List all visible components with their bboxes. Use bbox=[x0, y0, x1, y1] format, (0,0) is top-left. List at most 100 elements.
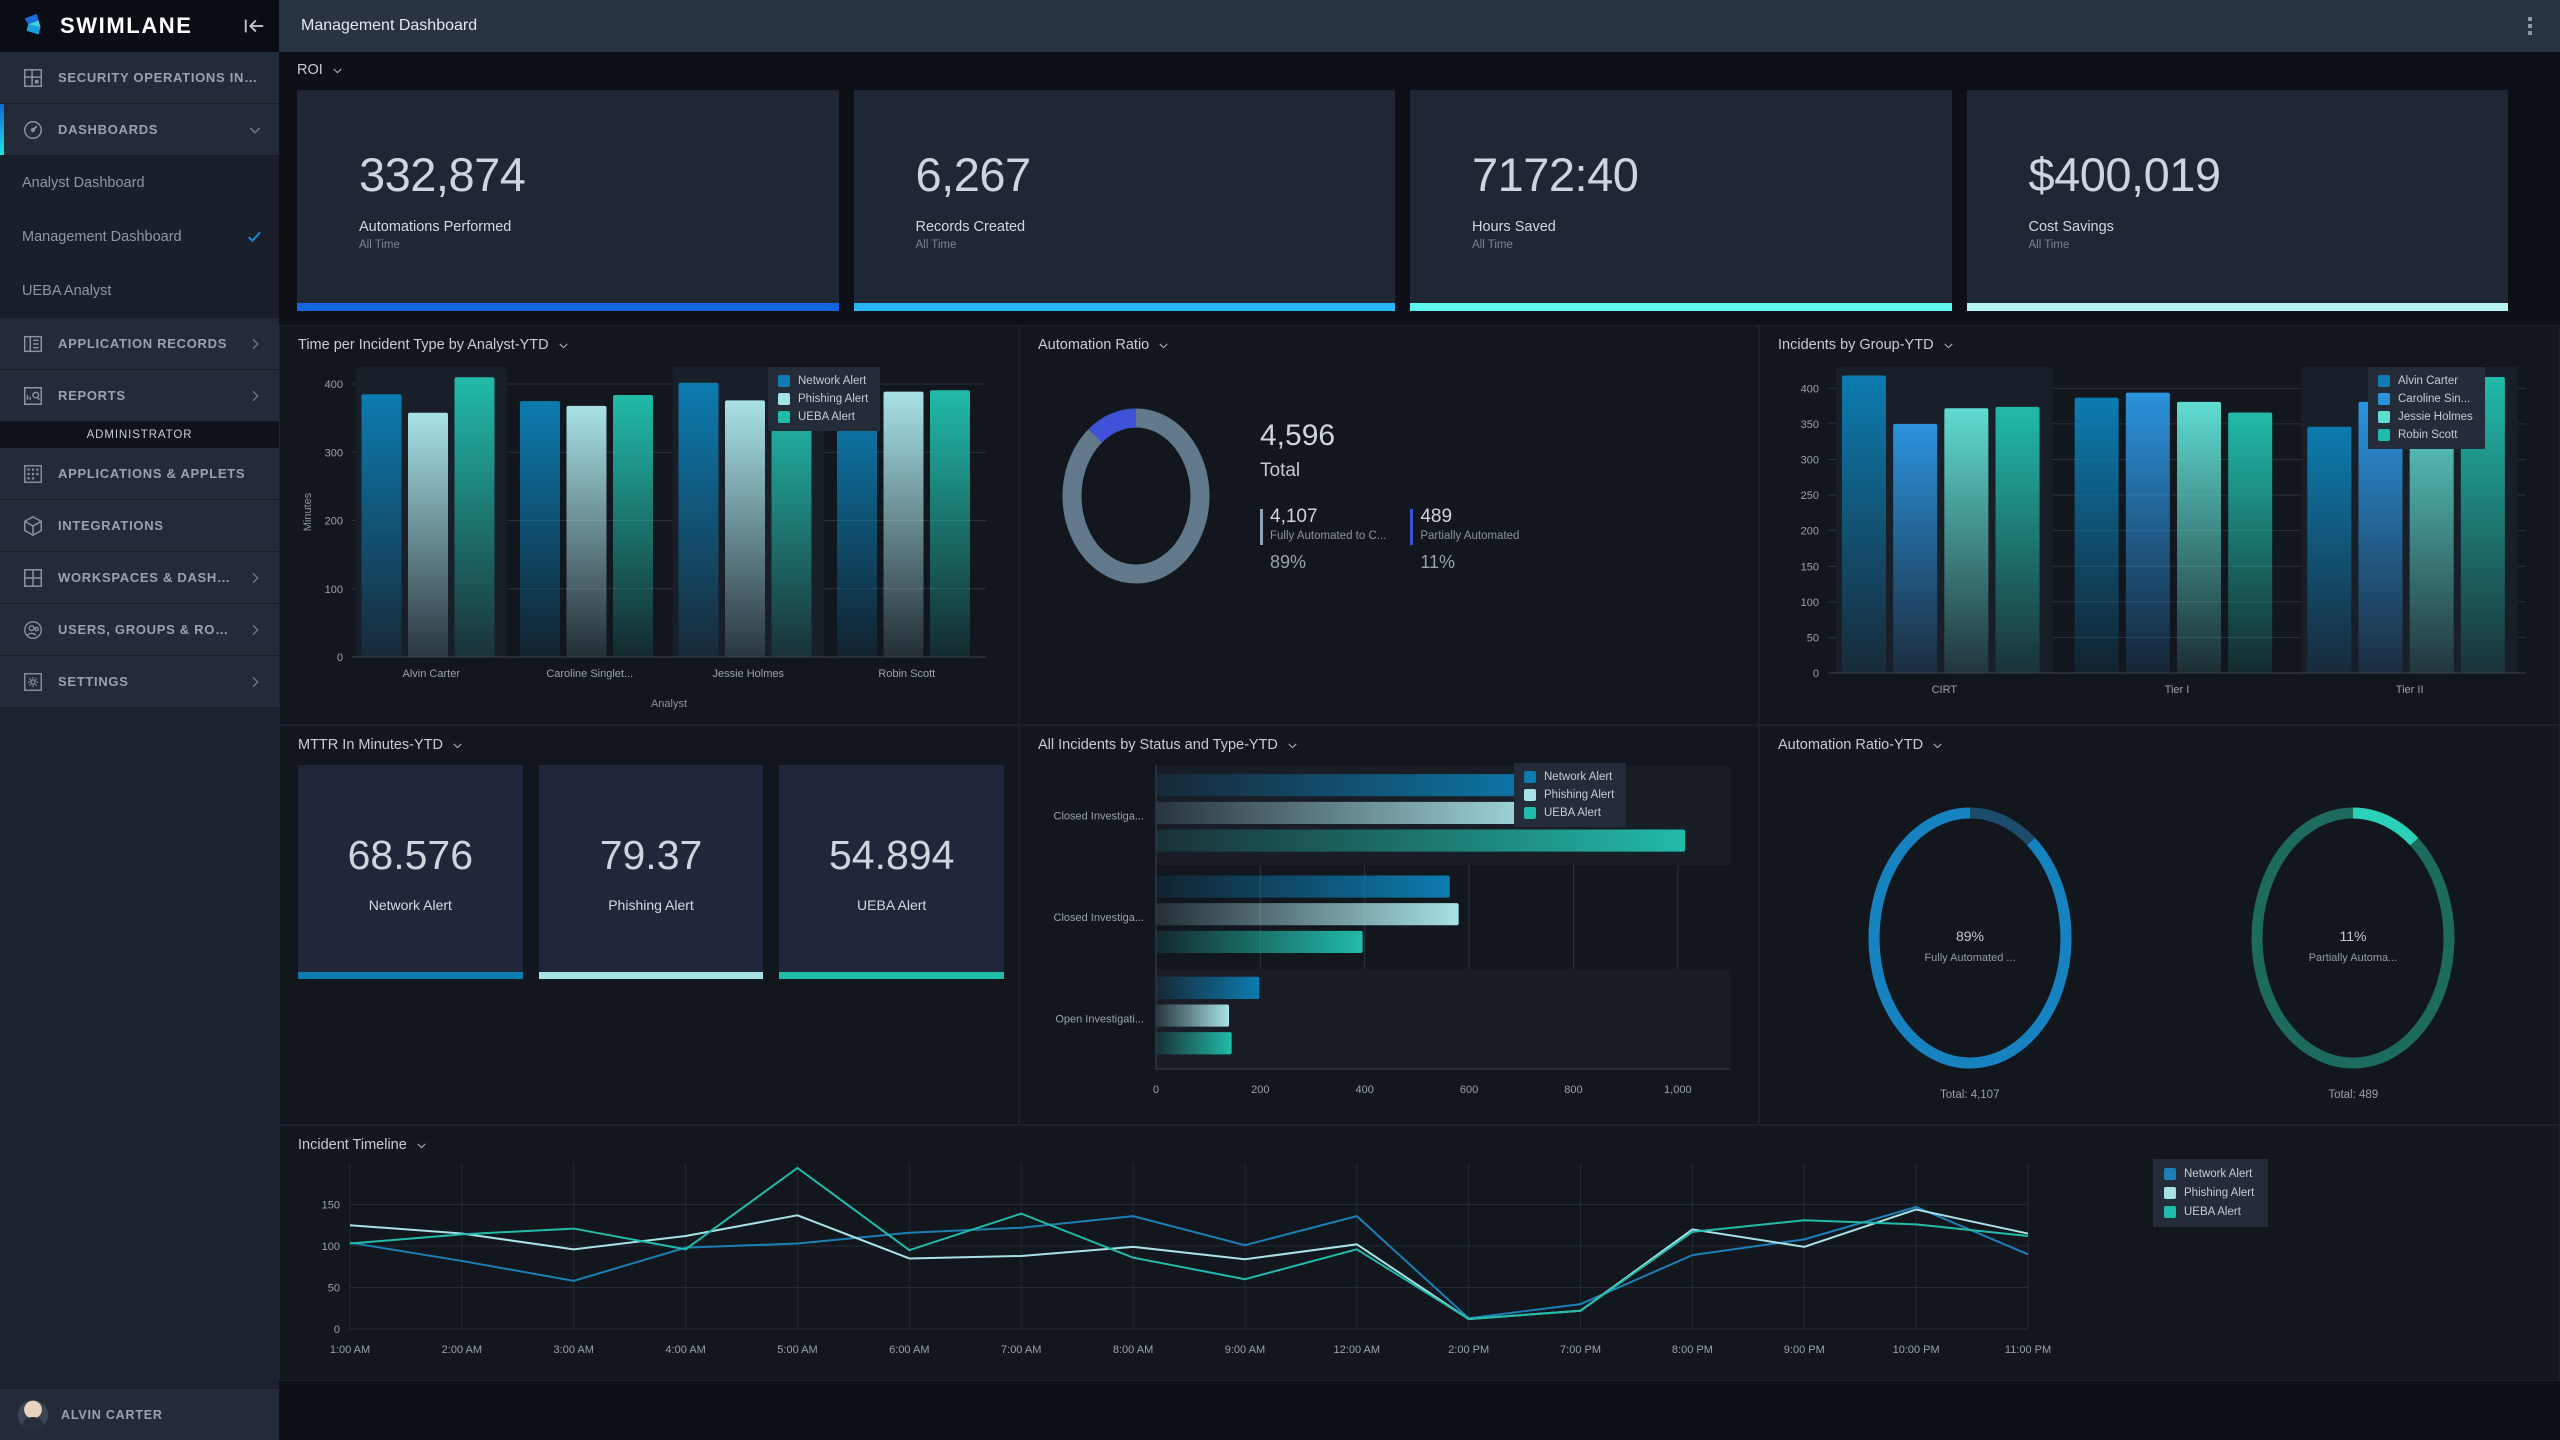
svg-text:350: 350 bbox=[1801, 419, 1819, 431]
sidebar-item-label: Analyst Dashboard bbox=[22, 175, 263, 191]
kpi-card[interactable]: 7172:40 Hours Saved All Time bbox=[1410, 90, 1952, 311]
chevron-right-icon bbox=[247, 674, 263, 690]
kpi-card[interactable]: $400,019 Cost Savings All Time bbox=[1967, 90, 2509, 311]
svg-text:400: 400 bbox=[325, 379, 343, 391]
legend-item[interactable]: UEBA Alert bbox=[778, 411, 868, 423]
svg-text:7:00 PM: 7:00 PM bbox=[1560, 1344, 1601, 1356]
svg-text:100: 100 bbox=[325, 584, 343, 596]
donut-chart-svg: 11% Partially Automa... bbox=[2203, 793, 2503, 1083]
kpi-card[interactable]: 332,874 Automations Performed All Time bbox=[297, 90, 839, 311]
kebab-menu-icon[interactable] bbox=[2522, 11, 2538, 41]
brand-name: SWIMLANE bbox=[60, 13, 231, 39]
legend-item[interactable]: Phishing Alert bbox=[2164, 1187, 2254, 1199]
sidebar-item-dashboards[interactable]: DASHBOARDS bbox=[0, 104, 279, 156]
sidebar-section-administrator: ADMINISTRATOR bbox=[0, 422, 279, 448]
legend-item[interactable]: Network Alert bbox=[2164, 1168, 2254, 1180]
sidebar-item-ueba-analyst[interactable]: UEBA Analyst bbox=[0, 264, 279, 318]
legend-label: UEBA Alert bbox=[2184, 1206, 2241, 1218]
mttr-label: Phishing Alert bbox=[608, 897, 694, 913]
ratio-donut[interactable]: 11% Partially Automa... Total: 489 bbox=[2203, 793, 2503, 1101]
legend-item[interactable]: Robin Scott bbox=[2378, 429, 2473, 441]
widget-title: Automation Ratio-YTD bbox=[1778, 737, 1923, 753]
incidents-by-group-widget: Incidents by Group-YTD 05010015020025030… bbox=[1759, 325, 2560, 725]
mttr-card[interactable]: 68.576 Network Alert bbox=[298, 765, 523, 979]
svg-text:5:00 AM: 5:00 AM bbox=[777, 1344, 817, 1356]
ratio-donut[interactable]: 89% Fully Automated ... Total: 4,107 bbox=[1820, 793, 2120, 1101]
mttr-title-row[interactable]: MTTR In Minutes-YTD bbox=[298, 737, 1004, 753]
svg-text:Robin Scott: Robin Scott bbox=[878, 668, 935, 680]
automation-ratio-ytd-title-row[interactable]: Automation Ratio-YTD bbox=[1778, 737, 2545, 753]
all-incidents-widget: All Incidents by Status and Type-YTD 020… bbox=[1019, 725, 1759, 1125]
mttr-value: 68.576 bbox=[348, 832, 473, 879]
kpi-card[interactable]: 6,267 Records Created All Time bbox=[854, 90, 1396, 311]
donut-percent: 11% bbox=[2340, 928, 2367, 944]
svg-text:0: 0 bbox=[1153, 1084, 1159, 1096]
svg-text:100: 100 bbox=[1801, 597, 1819, 609]
sidebar-item-management-dashboard[interactable]: Management Dashboard bbox=[0, 210, 279, 264]
chevron-down-icon bbox=[451, 739, 464, 752]
kpi-accent-bar bbox=[1967, 303, 2509, 311]
sidebar-item-applications-applets[interactable]: APPLICATIONS & APPLETS bbox=[0, 448, 279, 500]
legend-item[interactable]: Jessie Holmes bbox=[2378, 411, 2473, 423]
sidebar-item-workspaces-dashboards[interactable]: WORKSPACES & DASHBOARDS bbox=[0, 552, 279, 604]
legend-item[interactable]: Phishing Alert bbox=[778, 393, 868, 405]
sidebar-item-application-records[interactable]: APPLICATION RECORDS bbox=[0, 318, 279, 370]
svg-text:9:00 AM: 9:00 AM bbox=[1225, 1344, 1265, 1356]
sidebar-user-bar[interactable]: ALVIN CARTER bbox=[0, 1388, 279, 1440]
svg-text:100: 100 bbox=[322, 1241, 340, 1253]
svg-text:Tier II: Tier II bbox=[2396, 684, 2424, 696]
mttr-card[interactable]: 79.37 Phishing Alert bbox=[539, 765, 764, 979]
svg-text:0: 0 bbox=[337, 652, 343, 664]
kpi-accent-bar bbox=[297, 303, 839, 311]
chart-legend[interactable]: Alvin Carter Caroline Sin... Jessie Holmes… bbox=[2368, 367, 2485, 449]
legend-swatch bbox=[778, 411, 790, 423]
sidebar-item-label: USERS, GROUPS & ROLES bbox=[58, 622, 233, 637]
sidebar-item-analyst-dashboard[interactable]: Analyst Dashboard bbox=[0, 156, 279, 210]
legend-item[interactable]: Alvin Carter bbox=[2378, 375, 2473, 387]
split-value: 4,107 bbox=[1270, 507, 1386, 528]
collapse-panel-icon[interactable] bbox=[243, 15, 265, 37]
incidents-by-group-title-row[interactable]: Incidents by Group-YTD bbox=[1778, 337, 2545, 353]
roi-title-row[interactable]: ROI bbox=[297, 62, 2508, 78]
all-incidents-title-row[interactable]: All Incidents by Status and Type-YTD bbox=[1038, 737, 1744, 753]
legend-item[interactable]: UEBA Alert bbox=[1524, 807, 1614, 819]
sidebar: SWIMLANE SECURITY OPERATIONS INCI... bbox=[0, 0, 279, 1440]
legend-item[interactable]: Network Alert bbox=[778, 375, 868, 387]
roi-widget: ROI 332,874 Automations Performed All Ti… bbox=[279, 52, 2560, 325]
svg-text:11:00 PM: 11:00 PM bbox=[2005, 1344, 2051, 1356]
sidebar-item-label: WORKSPACES & DASHBOARDS bbox=[58, 570, 233, 585]
legend-swatch bbox=[1524, 771, 1536, 783]
roi-title: ROI bbox=[297, 62, 323, 78]
legend-swatch bbox=[778, 393, 790, 405]
legend-item[interactable]: UEBA Alert bbox=[2164, 1206, 2254, 1218]
bar-chart-svg: 0100200300400Alvin CarterCaroline Single… bbox=[298, 353, 1008, 713]
incident-timeline-title-row[interactable]: Incident Timeline bbox=[298, 1137, 2545, 1153]
sidebar-item-integrations[interactable]: INTEGRATIONS bbox=[0, 500, 279, 552]
chart-legend[interactable]: Network Alert Phishing Alert UEBA Alert bbox=[2153, 1159, 2268, 1227]
automation-ratio-title-row[interactable]: Automation Ratio bbox=[1038, 337, 1744, 353]
avatar bbox=[18, 1400, 48, 1430]
svg-text:6:00 AM: 6:00 AM bbox=[889, 1344, 929, 1356]
sidebar-item-users-groups-roles[interactable]: USERS, GROUPS & ROLES bbox=[0, 604, 279, 656]
all-incidents-chart: 02004006008001,000Closed Investiga...Clo… bbox=[1038, 753, 1744, 1134]
chart-legend[interactable]: Network Alert Phishing Alert UEBA Alert bbox=[1514, 763, 1626, 827]
donut-total-value: 4,596 bbox=[1260, 419, 1519, 453]
widget-row-1: Time per Incident Type by Analyst-YTD 0 1… bbox=[279, 325, 2560, 725]
sidebar-item-security-operations[interactable]: SECURITY OPERATIONS INCI... bbox=[0, 52, 279, 104]
sidebar-item-settings[interactable]: SETTINGS bbox=[0, 656, 279, 708]
time-per-incident-title-row[interactable]: Time per Incident Type by Analyst-YTD bbox=[298, 337, 1004, 353]
mttr-card[interactable]: 54.894 UEBA Alert bbox=[779, 765, 1004, 979]
legend-item[interactable]: Network Alert bbox=[1524, 771, 1614, 783]
widget-title: All Incidents by Status and Type-YTD bbox=[1038, 737, 1278, 753]
chart-legend[interactable]: Network Alert Phishing Alert UEBA Alert bbox=[768, 367, 880, 431]
sidebar-item-reports[interactable]: REPORTS bbox=[0, 370, 279, 422]
page-title: Management Dashboard bbox=[301, 17, 2522, 35]
legend-item[interactable]: Phishing Alert bbox=[1524, 789, 1614, 801]
check-icon bbox=[246, 228, 263, 245]
users-icon bbox=[22, 619, 44, 641]
legend-label: Phishing Alert bbox=[2184, 1187, 2254, 1199]
legend-item[interactable]: Caroline Sin... bbox=[2378, 393, 2473, 405]
legend-label: Alvin Carter bbox=[2398, 375, 2458, 387]
donut-info: 4,596 Total 4,107 Fully Automated to C..… bbox=[1260, 419, 1519, 573]
legend-swatch bbox=[1524, 789, 1536, 801]
